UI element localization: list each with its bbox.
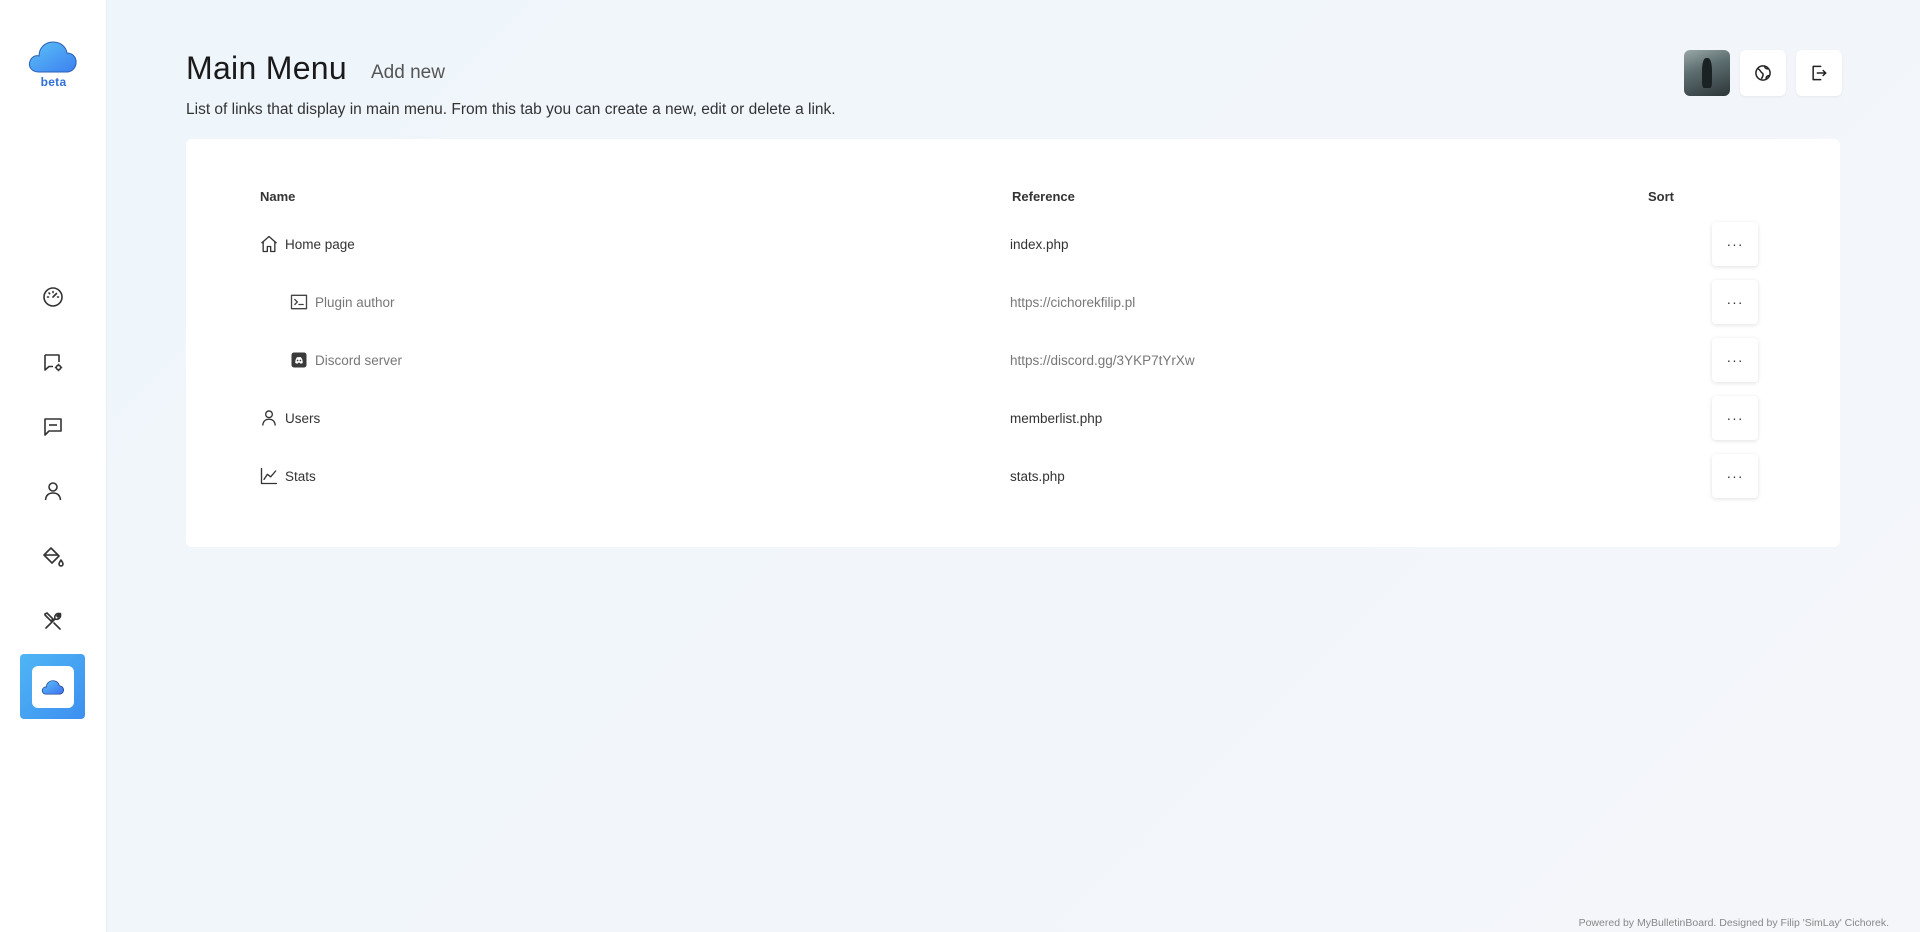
page-description: List of links that display in main menu.… — [186, 101, 836, 118]
table-row: Users memberlist.php 2 ··· — [0, 393, 1920, 443]
add-new-link[interactable]: Add new — [371, 62, 445, 84]
chart-icon — [260, 467, 278, 485]
row-sort: 2 — [1600, 335, 1726, 385]
column-header-sort: Sort — [1648, 189, 1674, 204]
row-name-cell: Plugin author — [289, 277, 395, 327]
sidebar-item-appearance[interactable] — [20, 524, 85, 589]
row-options-button[interactable]: ··· — [1712, 338, 1758, 382]
row-options-button[interactable]: ··· — [1712, 396, 1758, 440]
row-sort: 1 — [1600, 219, 1726, 269]
row-options-button[interactable]: ··· — [1712, 280, 1758, 324]
column-header-reference: Reference — [1012, 189, 1075, 204]
row-name: Plugin author — [315, 294, 395, 310]
globe-icon — [1755, 65, 1771, 81]
page-title: Main Menu — [186, 50, 347, 86]
table-row: Plugin author https://cichorekfilip.pl 1… — [0, 277, 1920, 327]
row-sort: 3 — [1600, 451, 1726, 501]
tools-icon — [43, 611, 61, 630]
column-header-name: Name — [260, 189, 296, 204]
row-name-cell: Users — [259, 393, 320, 443]
logout-icon — [1812, 65, 1827, 81]
sidebar-item-cloud[interactable] — [20, 654, 85, 719]
discord-icon — [291, 352, 307, 368]
row-options-button[interactable]: ··· — [1712, 222, 1758, 266]
row-sort: 1 — [1600, 277, 1726, 327]
header-actions — [1684, 50, 1842, 96]
home-icon — [261, 235, 277, 253]
row-reference: memberlist.php — [1010, 410, 1103, 426]
user-icon — [262, 410, 276, 426]
table-row: Stats stats.php 3 ··· — [0, 451, 1920, 501]
terminal-icon — [290, 294, 308, 310]
avatar[interactable] — [1684, 50, 1730, 96]
row-name: Users — [285, 410, 321, 426]
cloud-icon — [41, 679, 64, 695]
row-reference: stats.php — [1010, 468, 1065, 484]
cloud-active-tile — [31, 665, 74, 708]
row-sort: 2 — [1600, 393, 1726, 443]
row-name: Home page — [285, 236, 355, 252]
row-reference: https://discord.gg/3YKP7tYrXw — [1010, 352, 1195, 368]
row-options-button[interactable]: ··· — [1712, 454, 1758, 498]
row-reference: https://cichorekfilip.pl — [1010, 294, 1136, 310]
row-reference: index.php — [1010, 236, 1069, 252]
table-row: Home page index.php 1 ··· — [0, 219, 1920, 269]
row-name-cell: Stats — [259, 451, 316, 501]
row-name-cell: Discord server — [289, 335, 402, 385]
row-name: Discord server — [315, 352, 403, 368]
row-name-cell: Home page — [259, 219, 355, 269]
table-row: Discord server https://discord.gg/3YKP7t… — [0, 335, 1920, 385]
view-forum-button[interactable] — [1740, 50, 1786, 96]
paint-bucket-icon — [42, 546, 64, 567]
footer-credits: Powered by MyBulletinBoard. Designed by … — [1578, 917, 1889, 929]
logo-label: beta — [40, 75, 67, 89]
logout-button[interactable] — [1796, 50, 1842, 96]
row-name: Stats — [285, 468, 316, 484]
sidebar-item-tools[interactable] — [20, 588, 85, 653]
